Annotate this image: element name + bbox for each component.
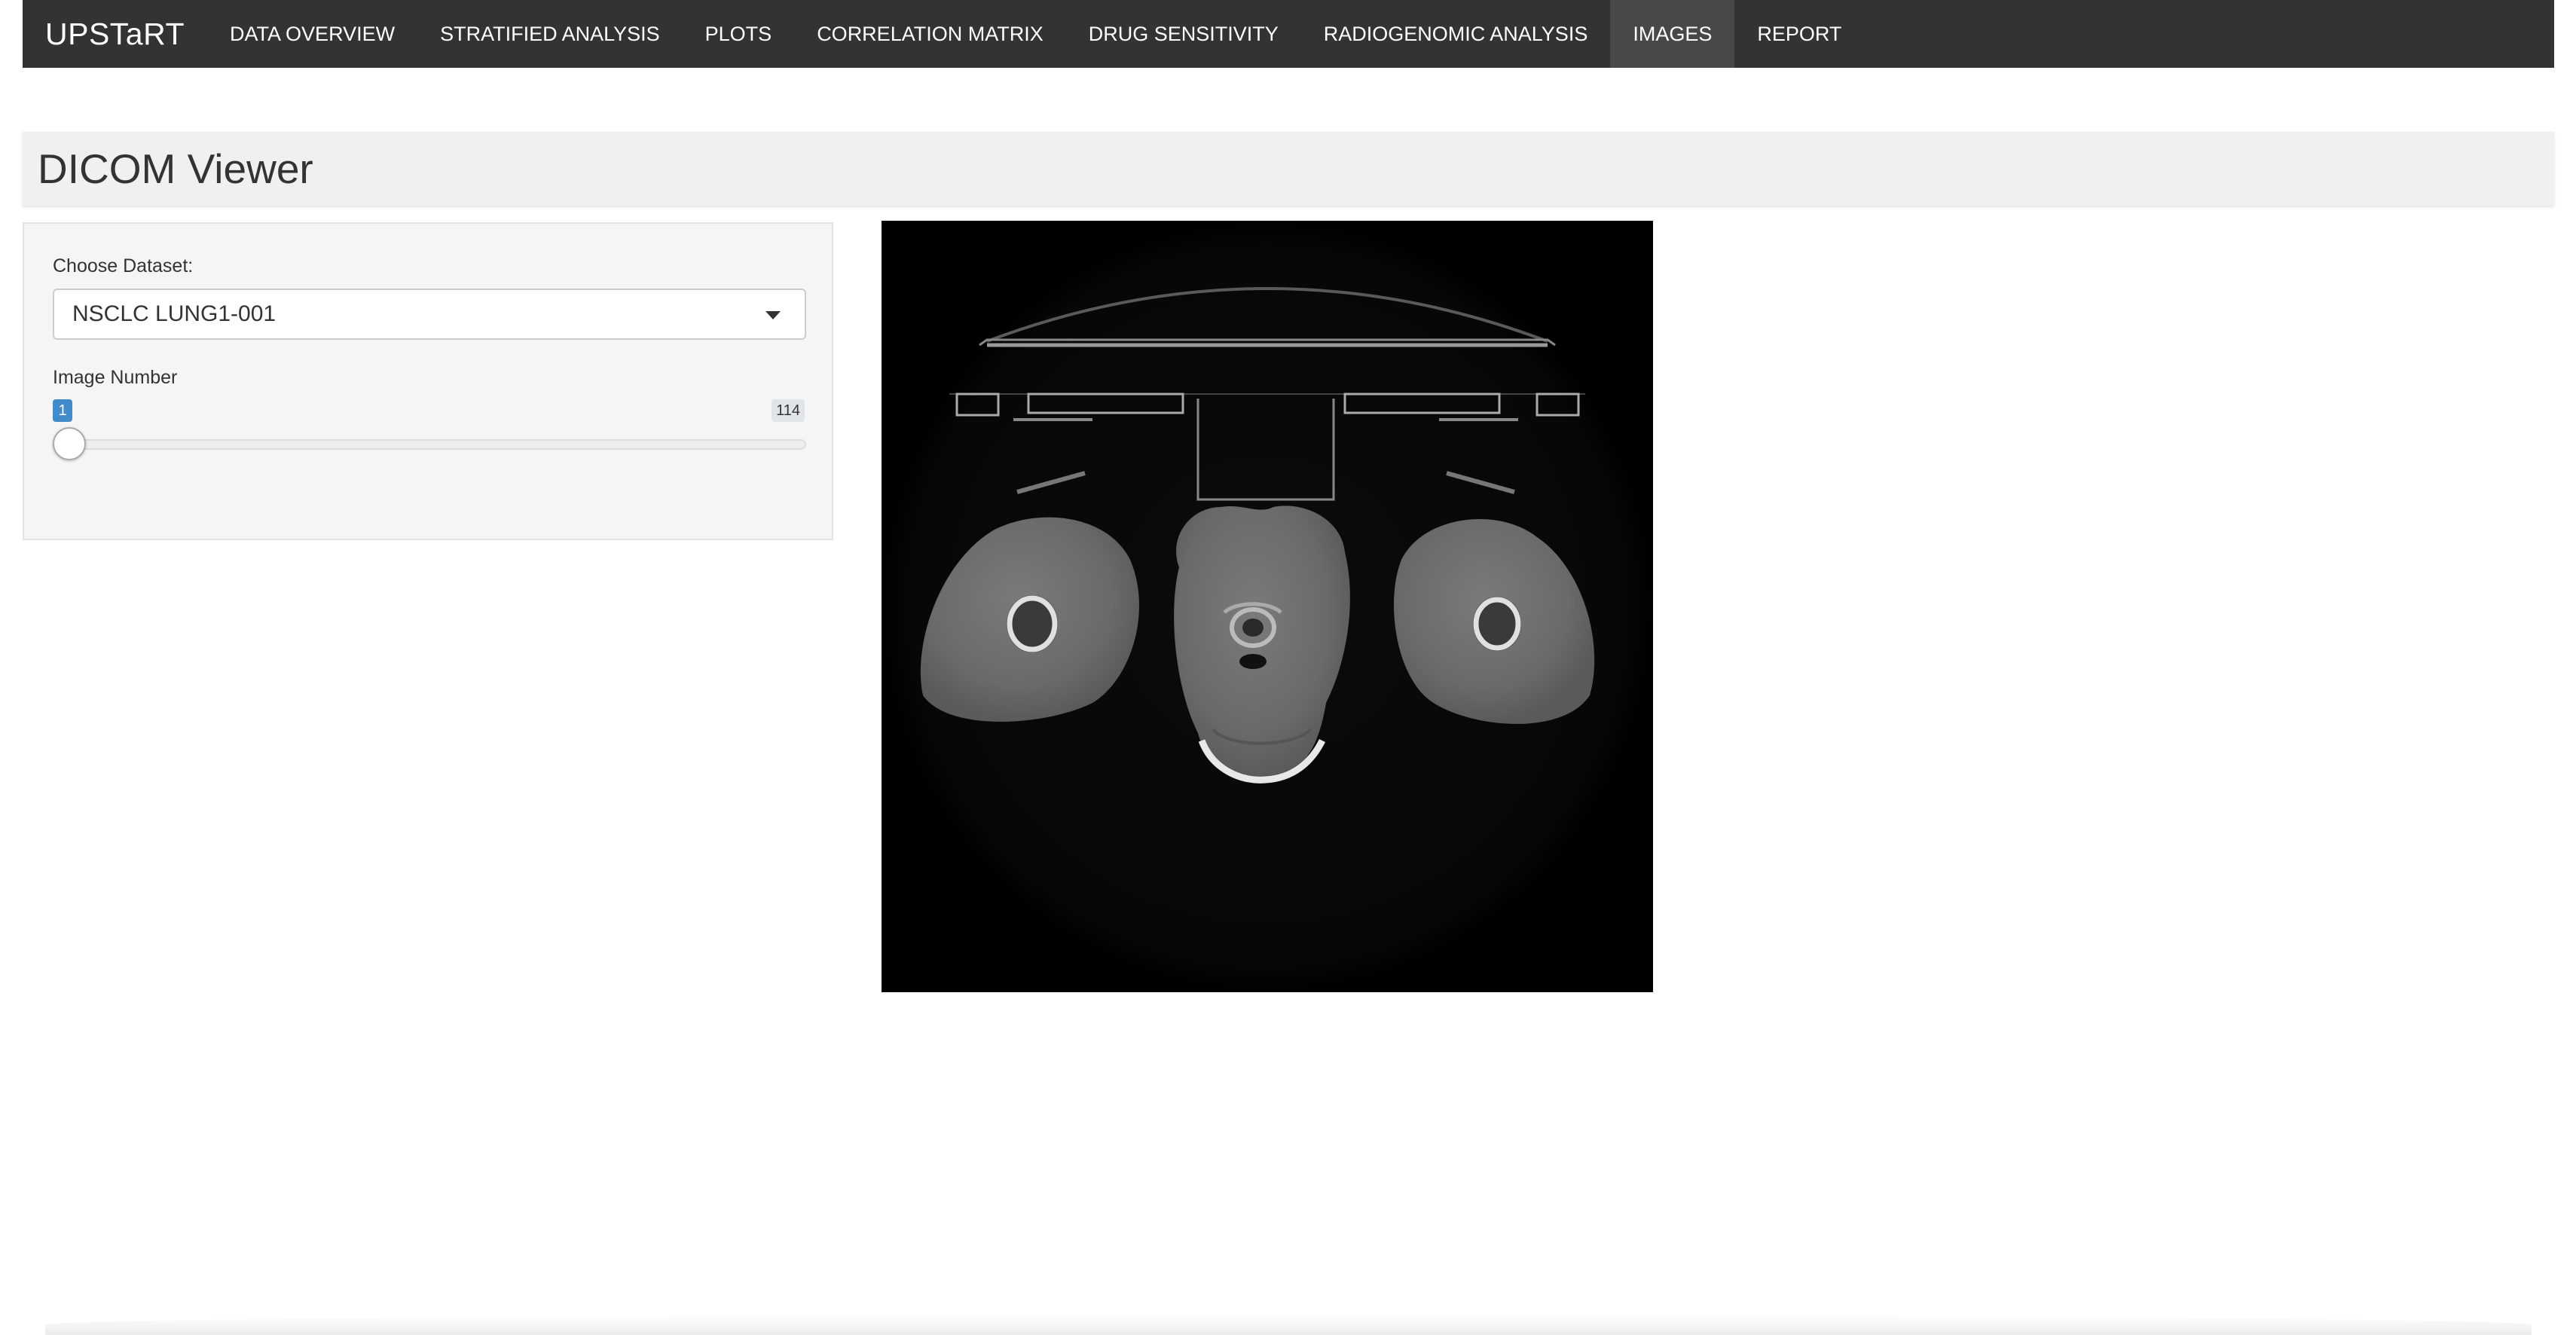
dataset-select[interactable]: NSCLC LUNG1-001 <box>53 289 806 340</box>
tab-drug-sensitivity[interactable]: DRUG SENSITIVITY <box>1066 0 1301 68</box>
page-title: DICOM Viewer <box>38 145 313 192</box>
slider-value-badge: 1 <box>53 399 72 422</box>
page: UPSTaRT DATA OVERVIEW STRATIFIED ANALYSI… <box>0 0 2576 1335</box>
image-number-slider-handle[interactable] <box>53 427 86 460</box>
tab-report[interactable]: REPORT <box>1734 0 1864 68</box>
top-navbar: UPSTaRT DATA OVERVIEW STRATIFIED ANALYSI… <box>23 0 2554 68</box>
dataset-label: Choose Dataset: <box>53 255 194 276</box>
dataset-select-value: NSCLC LUNG1-001 <box>72 301 277 326</box>
tab-plots[interactable]: PLOTS <box>683 0 795 68</box>
tab-radiogenomic-analysis[interactable]: RADIOGENOMIC ANALYSIS <box>1301 0 1611 68</box>
title-panel: DICOM Viewer <box>23 132 2554 206</box>
tab-images[interactable]: IMAGES <box>1610 0 1735 68</box>
caret-down-icon <box>765 311 781 319</box>
sidebar-panel: Choose Dataset: NSCLC LUNG1-001 Image Nu… <box>23 222 833 540</box>
slider-max-badge: 114 <box>772 399 805 422</box>
tab-data-overview[interactable]: DATA OVERVIEW <box>207 0 417 68</box>
ct-scan-icon <box>882 221 1653 992</box>
image-number-label: Image Number <box>53 367 178 388</box>
bottom-shadow <box>45 1315 2532 1335</box>
tab-stratified-analysis[interactable]: STRATIFIED ANALYSIS <box>417 0 683 68</box>
dicom-image[interactable] <box>882 221 1653 992</box>
tab-correlation-matrix[interactable]: CORRELATION MATRIX <box>794 0 1066 68</box>
app-brand[interactable]: UPSTaRT <box>23 0 207 68</box>
image-number-slider-track[interactable] <box>53 439 806 450</box>
